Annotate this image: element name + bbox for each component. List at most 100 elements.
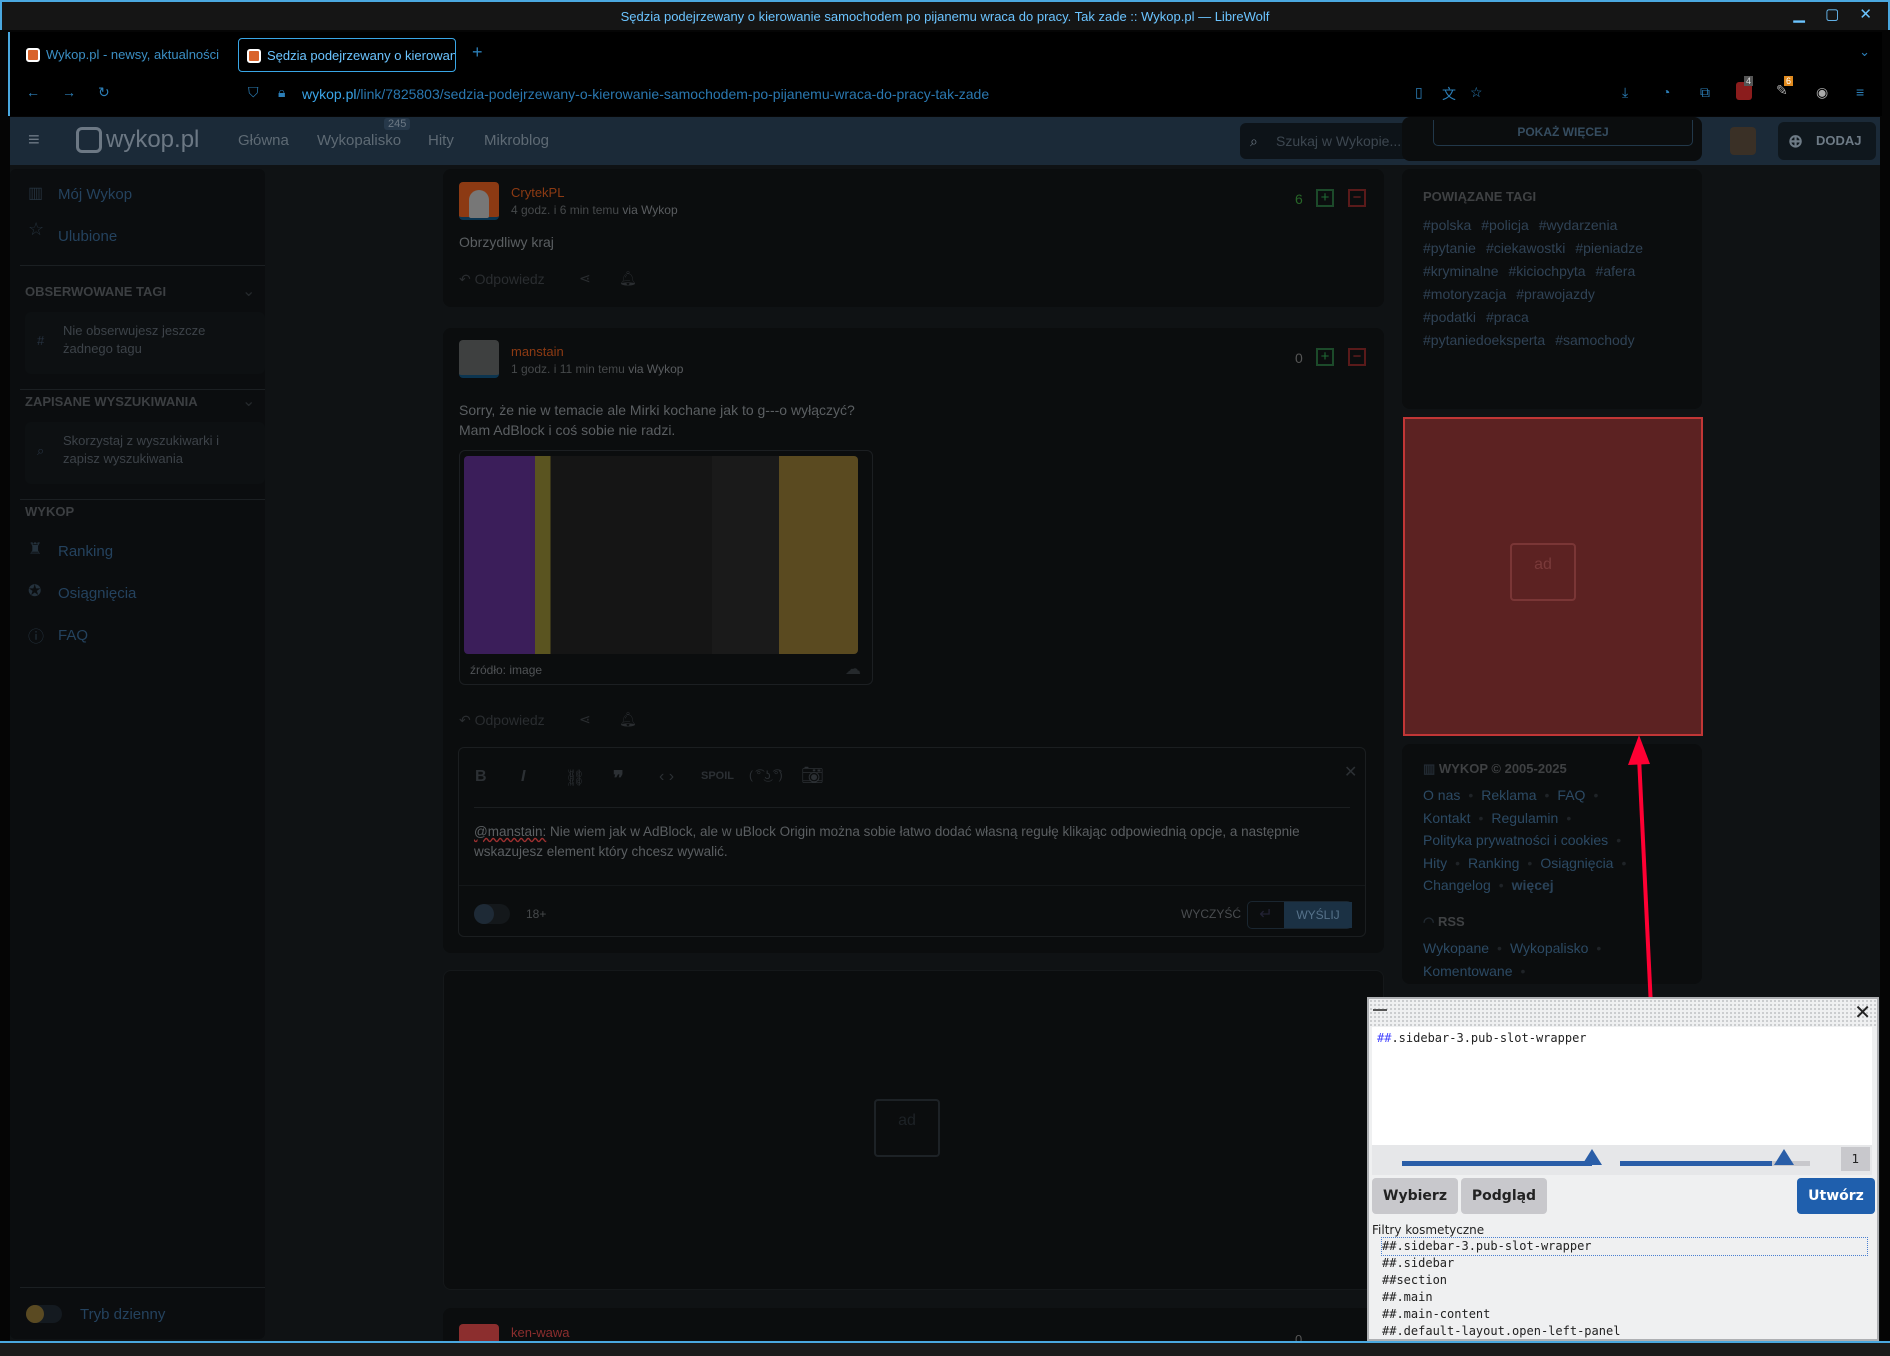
saved-searches-heading[interactable]: ZAPISANE WYSZUKIWANIA (25, 394, 198, 409)
preview-button[interactable]: Podgląd (1461, 1178, 1547, 1214)
reload-icon[interactable]: ↻ (98, 84, 110, 101)
footer-link[interactable]: Komentowane (1423, 963, 1513, 979)
nav-mikroblog[interactable]: Mikroblog (484, 132, 549, 149)
forward-icon[interactable]: → (62, 84, 76, 100)
minimize-icon[interactable] (1373, 1009, 1387, 1011)
footer-link[interactable]: Kontakt (1423, 810, 1470, 826)
tag-link[interactable]: #motoryzacja (1423, 286, 1506, 302)
footer-link[interactable]: O nas (1423, 787, 1460, 803)
reader-view-icon[interactable]: ▯ (1415, 84, 1423, 101)
footer-link[interactable]: Regulamin (1491, 810, 1558, 826)
chevron-down-icon[interactable]: ⌄ (242, 391, 255, 411)
tag-link[interactable]: #pytanie (1423, 240, 1476, 256)
clear-button[interactable]: WYCZYŚĆ (1181, 907, 1241, 921)
send-button[interactable]: WYŚLIJ (1284, 902, 1352, 928)
slider-thumb[interactable] (1774, 1149, 1794, 1165)
footer-link[interactable]: Hity (1423, 855, 1447, 871)
quote-icon[interactable]: ❞ (613, 766, 624, 791)
tag-link[interactable]: #prawojazdy (1516, 286, 1595, 302)
comment-image-screenshot[interactable] (464, 456, 858, 654)
slider-thumb[interactable] (1582, 1149, 1602, 1165)
upvote-button[interactable]: + (1316, 189, 1334, 207)
nav-glowna[interactable]: Główna (238, 132, 289, 149)
footer-link[interactable]: FAQ (1557, 787, 1585, 803)
tab-article[interactable]: Sędzia podejrzewany o kierowanie (238, 38, 456, 72)
nav-hity[interactable]: Hity (428, 132, 454, 149)
observe-bell-icon[interactable]: 🔔︎ (619, 270, 637, 287)
footer-link[interactable]: Wykopane (1423, 940, 1489, 956)
highlighted-ad-slot[interactable]: ad (1403, 417, 1703, 736)
pick-button[interactable]: Wybierz (1372, 1178, 1458, 1214)
tag-link[interactable]: #praca (1486, 309, 1529, 325)
sidebar-item-faq[interactable]: FAQ (58, 627, 88, 644)
translate-icon[interactable]: 文 (1442, 84, 1456, 104)
cosmetic-filter-item[interactable]: ##.main (1382, 1289, 1867, 1306)
share-icon[interactable]: ⋖ (579, 270, 591, 287)
observed-tags-heading[interactable]: OBSERWOWANE TAGI (25, 284, 166, 299)
comment-time[interactable]: 4 godz. i 6 min temu (511, 203, 619, 217)
enter-icon[interactable]: ↵ (1248, 902, 1284, 928)
cosmetic-filter-item[interactable]: ##section (1382, 1272, 1867, 1289)
close-icon[interactable]: ✕ (1854, 1000, 1871, 1024)
lock-icon[interactable]: 🔒︎ (278, 84, 285, 101)
privacy-extension-icon[interactable]: ◉ (1816, 84, 1828, 101)
footer-link[interactable]: Polityka prywatności i cookies (1423, 832, 1608, 848)
back-icon[interactable]: ← (26, 84, 40, 100)
tag-link[interactable]: #policja (1481, 217, 1528, 233)
downloads-icon[interactable]: ⤓ (1622, 84, 1628, 101)
logo-text[interactable]: wykop.pl (106, 126, 199, 154)
day-mode-label[interactable]: Tryb dzienny (80, 1306, 165, 1323)
comment-author[interactable]: CrytekPL (511, 185, 564, 200)
downvote-button[interactable]: − (1348, 348, 1366, 366)
shield-icon[interactable]: ⛉ (248, 84, 259, 101)
day-mode-toggle[interactable] (26, 1305, 62, 1323)
cosmetic-filter-item[interactable]: ##.sidebar (1382, 1255, 1867, 1272)
account-icon[interactable]: ◔ (1662, 84, 1670, 100)
more-links-toggle[interactable]: więcej (1512, 877, 1554, 893)
window-controls[interactable]: ▁ ▢ ✕ (1793, 0, 1880, 30)
tag-link[interactable]: #afera (1596, 263, 1636, 279)
close-icon[interactable]: ✕ (1344, 762, 1357, 782)
tag-link[interactable]: #pieniadze (1575, 240, 1643, 256)
comment-author[interactable]: manstain (511, 344, 564, 359)
italic-button[interactable]: I (521, 768, 525, 786)
observe-bell-icon[interactable]: 🔔︎ (619, 711, 637, 728)
reply-button[interactable]: ↶ Odpowiedz (459, 271, 545, 288)
footer-link[interactable]: Changelog (1423, 877, 1491, 893)
user-avatar[interactable] (1730, 127, 1756, 155)
sidebar-item-my-wykop[interactable]: Mój Wykop (58, 186, 132, 203)
reply-textarea[interactable]: @manstain: Nie wiem jak w AdBlock, ale w… (474, 822, 1354, 862)
footer-link[interactable]: Wykopalisko (1510, 940, 1588, 956)
add-button[interactable]: ⊕ DODAJ (1778, 122, 1876, 160)
show-more-button[interactable]: POKAŻ WIĘCEJ (1433, 120, 1693, 146)
tab-list-chevron-icon[interactable]: ⌄ (1859, 44, 1870, 60)
extensions-icon[interactable]: ⧉ (1700, 84, 1710, 101)
create-button[interactable]: Utwórz (1797, 1178, 1875, 1214)
footer-link[interactable]: Reklama (1481, 787, 1536, 803)
chevron-down-icon[interactable]: ⌄ (242, 281, 255, 301)
comment-time[interactable]: 1 godz. i 11 min temu (511, 362, 625, 376)
tag-link[interactable]: #pytaniedoeksperta (1423, 332, 1545, 348)
tag-link[interactable]: #ciekawostki (1486, 240, 1565, 256)
bold-button[interactable]: B (475, 768, 487, 786)
footer-link[interactable]: Ranking (1468, 855, 1519, 871)
tab-wykop-home[interactable]: Wykop.pl - newsy, aktualności (18, 38, 228, 72)
user-avatar[interactable] (459, 340, 499, 378)
upvote-button[interactable]: + (1316, 348, 1334, 366)
cosmetic-filter-item[interactable]: ##.main-content (1382, 1306, 1867, 1323)
camera-plus-icon[interactable]: 📷︎ (801, 765, 824, 786)
tag-link[interactable]: #kiciochpyta (1508, 263, 1585, 279)
sidebar-item-ranking[interactable]: Ranking (58, 543, 113, 560)
tag-link[interactable]: #samochody (1555, 332, 1634, 348)
sidebar-item-favorites[interactable]: Ulubione (58, 228, 117, 245)
lenny-face-button[interactable]: ( ͡° ͜ʖ ͡°) (749, 768, 783, 782)
user-avatar[interactable] (459, 182, 499, 220)
specificity-slider[interactable] (1402, 1161, 1592, 1166)
cloud-upload-icon[interactable]: ☁ (845, 659, 861, 679)
comment-author[interactable]: ken-wawa (511, 1325, 570, 1340)
new-tab-button[interactable]: + (472, 42, 483, 63)
cosmetic-filter-item[interactable]: ##.default-layout.open-left-panel (1382, 1323, 1867, 1340)
spoiler-button[interactable]: SPOIL (701, 770, 734, 782)
wykop-logo-icon[interactable] (76, 127, 102, 153)
menu-icon[interactable]: ≡ (1856, 84, 1864, 100)
